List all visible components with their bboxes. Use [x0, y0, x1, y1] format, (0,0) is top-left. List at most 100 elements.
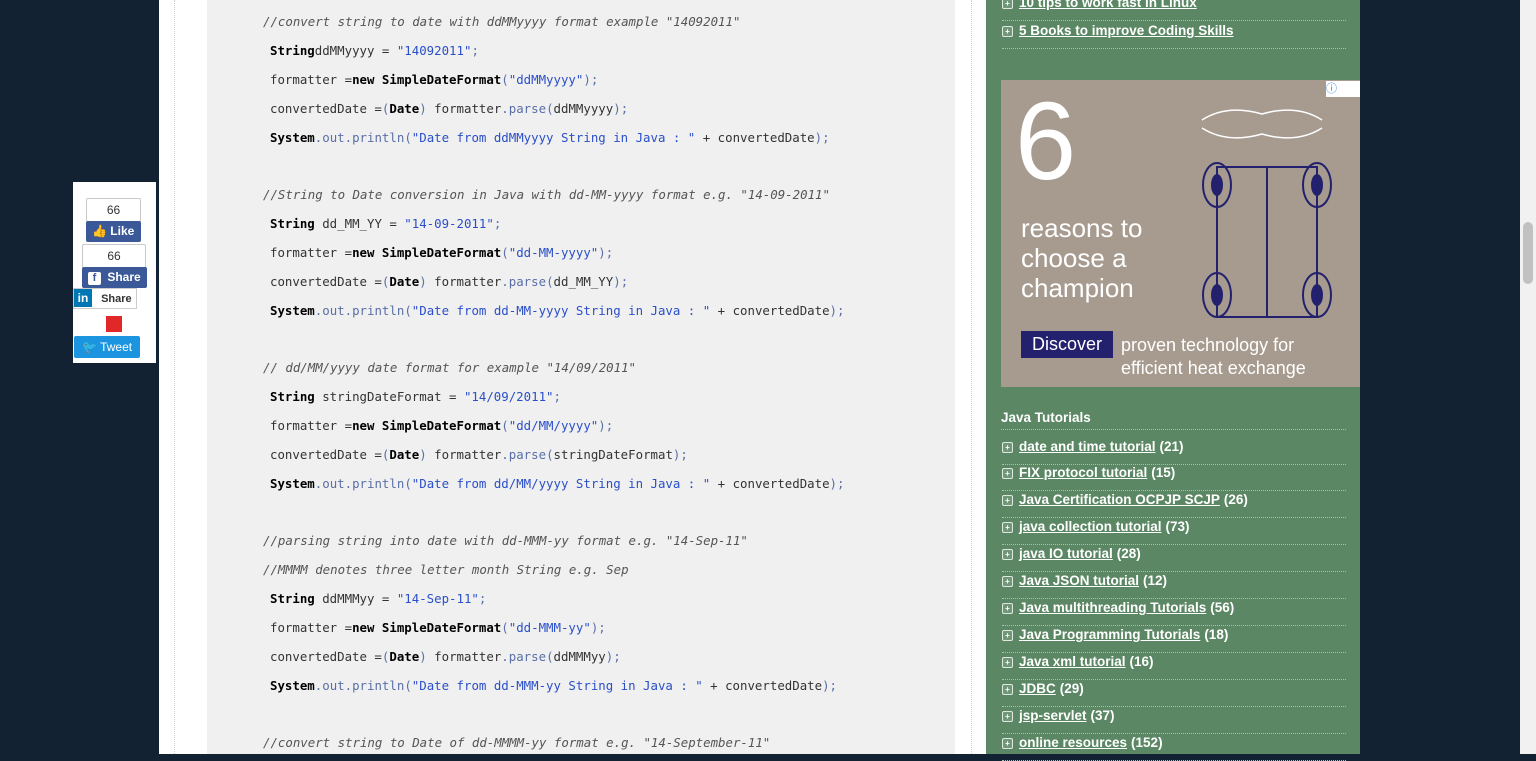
code-token: ( [404, 476, 412, 491]
code-token: parse [508, 447, 547, 462]
ad-discover-button[interactable]: Discover [1021, 331, 1113, 358]
code-token: formatter [426, 274, 502, 289]
post-body: //convert string to date with ddMMyyyy f… [159, 0, 986, 754]
advertisement[interactable]: 6 reasons to choose a champion Discover … [1001, 80, 1360, 387]
alfa-laval-logo-icon [1201, 109, 1323, 139]
code-token: ddMMyyyy [553, 101, 614, 116]
tutorial-link[interactable]: java IO tutorial [1019, 546, 1113, 561]
popular-post-item: +5 Books to improve Coding Skills [1002, 22, 1346, 49]
facebook-like-button[interactable]: 👍 Like [86, 221, 141, 242]
ad-tagline: proven technology for efficient heat exc… [1121, 335, 1306, 378]
code-token: ( [501, 72, 509, 87]
flipboard-icon[interactable] [106, 316, 122, 332]
like-count: 66 [86, 198, 141, 222]
code-token: out [322, 130, 345, 145]
code-token: println [352, 678, 405, 693]
code-token: ); [583, 72, 599, 87]
tutorial-count: (26) [1223, 492, 1248, 507]
tutorial-link[interactable]: FIX protocol tutorial [1019, 465, 1147, 480]
code-token: ) [419, 447, 427, 462]
code-token: ); [814, 130, 830, 145]
code-token: . [344, 130, 353, 145]
bullet-icon: + [1002, 576, 1013, 587]
ad-info-icon[interactable]: ⓘ [1326, 81, 1360, 97]
code-token: out [322, 476, 345, 491]
tutorial-link[interactable]: Java Programming Tutorials [1019, 627, 1200, 642]
code-token: formatter [426, 649, 502, 664]
code-token: ( [501, 245, 509, 260]
code-token: stringDateFormat = [314, 389, 464, 404]
tutorial-link[interactable]: Java Certification OCPJP SCJP [1019, 492, 1220, 507]
code-token: SimpleDateFormat [374, 620, 502, 635]
ad-big-number: 6 [1015, 80, 1077, 203]
post-border [174, 0, 175, 754]
tutorial-count: (28) [1116, 546, 1141, 561]
facebook-share-button[interactable]: f Share [82, 267, 147, 288]
code-token: println [352, 303, 405, 318]
social-share-box: 66 👍 Like 66 f Share in Share 🐦 Tweet [73, 182, 156, 363]
code-token: "dd-MM-yyyy" [508, 245, 599, 260]
code-statement-line: System.out.println("Date from dd-MMM-yy … [270, 678, 837, 694]
tutorial-link[interactable]: jsp-servlet [1019, 708, 1087, 723]
popular-post-link[interactable]: 5 Books to improve Coding Skills [1019, 23, 1234, 38]
code-token: . [344, 303, 353, 318]
code-token: "dd/MM/yyyy" [508, 418, 599, 433]
code-token: ); [829, 303, 845, 318]
code-token: formatter = [270, 620, 353, 635]
tutorial-list-item: + Java Certification OCPJP SCJP (26) [1002, 491, 1346, 518]
code-token: stringDateFormat [553, 447, 673, 462]
code-token: ); [613, 101, 629, 116]
linkedin-icon: in [74, 289, 92, 307]
code-statement-line: System.out.println("Date from dd/MM/yyyy… [270, 476, 844, 492]
code-token: formatter [426, 447, 502, 462]
tutorial-list-item: + date and time tutorial (21) [1002, 438, 1346, 465]
code-token: new [352, 620, 375, 635]
code-comment-line: //convert string to date with ddMMyyyy f… [263, 14, 741, 29]
tutorial-link[interactable]: date and time tutorial [1019, 439, 1156, 454]
tutorial-link[interactable]: Java xml tutorial [1019, 654, 1126, 669]
tutorial-link[interactable]: java collection tutorial [1019, 519, 1162, 534]
code-token: + convertedDate [702, 678, 823, 693]
code-comment-line: //String to Date conversion in Java with… [263, 187, 830, 202]
code-token: + convertedDate [695, 130, 815, 145]
code-token: ); [590, 620, 606, 635]
code-statement-line: System.out.println("Date from dd-MM-yyyy… [270, 303, 844, 319]
tutorial-link[interactable]: Java JSON tutorial [1019, 573, 1139, 588]
code-token: formatter = [270, 245, 353, 260]
bullet-icon: + [1002, 495, 1013, 506]
code-token: ) [419, 101, 427, 116]
tutorial-list-item: + Java xml tutorial (16) [1002, 653, 1346, 680]
tutorial-link[interactable]: JDBC [1019, 681, 1056, 696]
twitter-bird-icon: 🐦 [82, 340, 97, 354]
facebook-share-label: Share [107, 270, 141, 284]
code-token: "Date from dd-MMM-yy String in Java : " [411, 678, 703, 693]
code-token: dd_MM_YY [553, 274, 614, 289]
code-statement-line: String stringDateFormat = "14/09/2011"; [270, 389, 561, 405]
tweet-label: Tweet [100, 340, 133, 354]
code-token: "Date from dd-MM-yyyy String in Java : " [411, 303, 711, 318]
code-comment-line: //MMMM denotes three letter month String… [263, 562, 629, 577]
code-token: Date [389, 101, 420, 116]
code-token: ); [672, 447, 688, 462]
tweet-button[interactable]: 🐦 Tweet [74, 336, 140, 358]
popular-post-link[interactable]: 10 tips to work fast in Linux [1019, 0, 1197, 10]
code-token: "dd-MMM-yy" [508, 620, 591, 635]
code-token: ); [598, 245, 614, 260]
linkedin-share-button[interactable]: in Share [73, 288, 137, 309]
facebook-icon: f [88, 272, 101, 285]
tutorial-list-item: + java collection tutorial (73) [1002, 518, 1346, 545]
code-token: convertedDate = [270, 447, 382, 462]
page-scrollbar[interactable] [1520, 0, 1536, 754]
tutorial-list-item: + Java multithreading Tutorials (56) [1002, 599, 1346, 626]
code-statement-line: String ddMMMyy = "14-Sep-11"; [270, 591, 486, 607]
tutorial-link[interactable]: Java multithreading Tutorials [1019, 600, 1206, 615]
bullet-icon: + [1002, 711, 1013, 722]
code-token: System [270, 476, 315, 491]
code-statement-line: convertedDate =(Date) formatter.parse(dd… [270, 649, 621, 665]
linkedin-share-label: Share [101, 293, 132, 305]
code-token: "Date from dd/MM/yyyy String in Java : " [411, 476, 711, 491]
code-token: ; [493, 216, 502, 231]
code-statement-line: formatter =new SimpleDateFormat("ddMMyyy… [270, 72, 598, 88]
tutorial-link[interactable]: online resources [1019, 735, 1127, 750]
scrollbar-thumb[interactable] [1523, 222, 1533, 284]
